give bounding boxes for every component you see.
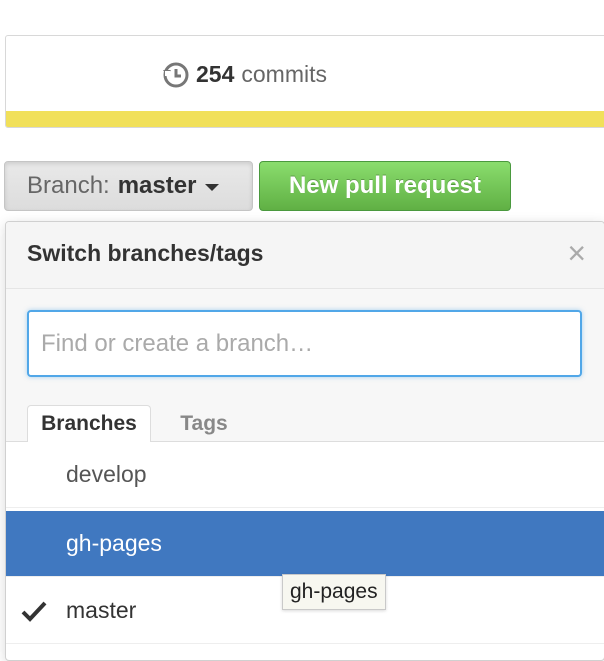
branch-select-button[interactable]: Branch: master bbox=[4, 161, 253, 211]
branch-item-gh-pages[interactable]: gh-pages bbox=[6, 511, 604, 577]
history-icon bbox=[163, 62, 189, 88]
check-icon bbox=[21, 601, 46, 622]
caret-down-icon bbox=[205, 183, 220, 191]
menu-tabs: Branches Tags bbox=[6, 405, 604, 442]
branch-item-label: develop bbox=[66, 461, 147, 487]
commit-count: 254 bbox=[196, 60, 235, 87]
branch-prefix: Branch: bbox=[27, 172, 110, 199]
close-icon[interactable]: × bbox=[567, 236, 586, 270]
branch-item-develop[interactable]: develop bbox=[6, 442, 604, 508]
branch-item-label: master bbox=[66, 597, 137, 623]
commits-link[interactable]: 254 commits bbox=[161, 60, 327, 88]
menu-title: Switch branches/tags bbox=[27, 240, 264, 266]
commit-label: commits bbox=[241, 60, 327, 87]
tab-tags[interactable]: Tags bbox=[164, 405, 244, 442]
filter-area: Branches Tags bbox=[6, 289, 604, 442]
branch-item-label: gh-pages bbox=[66, 530, 162, 556]
repo-summary: 254 commits bbox=[5, 35, 604, 128]
new-pull-request-button[interactable]: New pull request bbox=[259, 161, 511, 211]
tooltip: gh-pages bbox=[282, 574, 386, 610]
check-slot bbox=[6, 600, 61, 622]
current-branch: master bbox=[117, 172, 197, 199]
menu-header: Switch branches/tags × bbox=[6, 222, 604, 289]
branch-filter-input[interactable] bbox=[27, 310, 582, 377]
tab-branches[interactable]: Branches bbox=[27, 405, 151, 442]
language-bar[interactable] bbox=[6, 111, 604, 127]
